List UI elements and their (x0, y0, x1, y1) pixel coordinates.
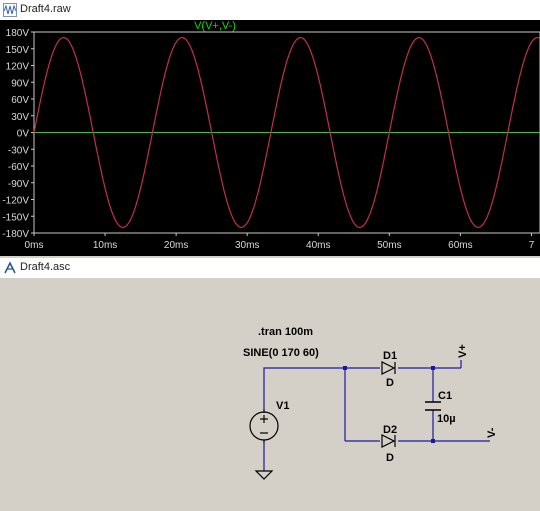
diode-d1[interactable] (381, 361, 396, 375)
y-axis: 180V 150V 120V 90V 60V 30V 0V -30V -60V -90V -120V… (2, 28, 34, 240)
x-tick-label: 40ms (306, 240, 330, 251)
c1-label[interactable]: C1 (438, 390, 452, 402)
x-tick-label: 50ms (377, 240, 401, 251)
junction-cap-bottom (431, 439, 435, 443)
y-tick-label: -180V (2, 229, 29, 240)
d1-label[interactable]: D1 (383, 350, 397, 362)
diode-d2[interactable] (381, 434, 396, 448)
trace-label[interactable]: V(V+,V-) (194, 20, 236, 32)
y-tick-label: 120V (6, 62, 30, 73)
v1-label[interactable]: V1 (276, 400, 289, 412)
x-tick-label: 10ms (93, 240, 117, 251)
waveform-window: Draft4.raw V(V+,V-) 180V 150V 120V 90V 60V 30… (0, 0, 540, 256)
schematic-window-icon (4, 261, 16, 274)
x-tick-label: 0ms (25, 240, 44, 251)
net-label-vplus[interactable]: V+ (457, 344, 469, 358)
x-tick-label: 20ms (164, 240, 188, 251)
y-tick-label: -90V (8, 179, 29, 190)
y-tick-label: -120V (2, 196, 29, 207)
y-tick-label: -60V (8, 162, 29, 173)
source-value-label[interactable]: SINE(0 170 60) (243, 347, 319, 359)
waveform-plot-svg[interactable]: V(V+,V-) 180V 150V 120V 90V 60V 30V 0V -30V -60V… (0, 20, 540, 256)
wires[interactable] (263, 360, 490, 471)
waveform-plot[interactable]: V(V+,V-) 180V 150V 120V 90V 60V 30V 0V -30V -60V… (0, 20, 540, 256)
waveform-titlebar[interactable]: Draft4.raw (0, 0, 540, 21)
voltage-source-v1[interactable] (249, 409, 279, 443)
x-tick-label: 7 (529, 240, 535, 251)
waveform-window-icon (3, 3, 17, 17)
y-tick-label: -30V (8, 145, 29, 156)
x-tick-label: 30ms (235, 240, 259, 251)
y-tick-label: 150V (6, 45, 30, 56)
capacitor-c1[interactable] (425, 401, 441, 411)
d2-model-label[interactable]: D (386, 452, 394, 464)
d1-model-label[interactable]: D (386, 377, 394, 389)
ground-icon[interactable] (254, 470, 274, 480)
y-tick-label: 0V (17, 129, 30, 140)
y-tick-label: -150V (2, 212, 29, 223)
net-label-vminus[interactable]: V- (486, 427, 498, 438)
junction-cap-top (431, 366, 435, 370)
y-tick-label: 180V (6, 28, 30, 39)
y-tick-label: 30V (11, 112, 29, 123)
x-tick-label: 60ms (448, 240, 472, 251)
y-tick-label: 60V (11, 95, 29, 106)
y-tick-label: 90V (11, 78, 29, 89)
schematic-window-title: Draft4.asc (20, 261, 71, 273)
waveform-window-title: Draft4.raw (20, 3, 71, 15)
junction-left (343, 366, 347, 370)
tran-directive[interactable]: .tran 100m (258, 326, 313, 338)
d2-label[interactable]: D2 (383, 424, 397, 436)
x-axis: 0ms 10ms 20ms 30ms 40ms 50ms 60ms 7 (25, 233, 535, 251)
c1-value-label[interactable]: 10µ (437, 413, 456, 425)
schematic-window: Draft4.asc .tran 100m SINE(0 170 60) V1 … (0, 258, 540, 511)
schematic-canvas[interactable]: .tran 100m SINE(0 170 60) V1 D1 D D2 D C… (0, 278, 540, 511)
schematic-titlebar[interactable]: Draft4.asc (0, 258, 540, 279)
